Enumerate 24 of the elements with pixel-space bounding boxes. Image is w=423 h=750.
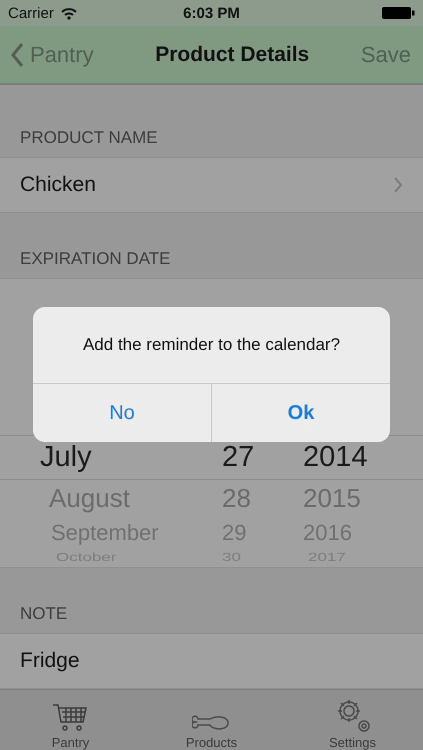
back-button[interactable]: Pantry [10, 42, 94, 68]
tab-item[interactable]: Pantry [0, 690, 141, 750]
status-time: 6:03 PM [183, 4, 240, 22]
chevron-right-icon [393, 177, 403, 193]
carrier-name: Carrier [8, 4, 54, 22]
alert-button[interactable]: Ok [211, 384, 390, 442]
save-button[interactable]: Save [360, 42, 411, 68]
picker-month[interactable]: July [0, 441, 175, 474]
note-row: Fridge [0, 633, 423, 689]
alert-message: Add the reminder to the calendar? [33, 307, 390, 384]
list-row[interactable]: Chicken [0, 157, 423, 213]
screen-title: Product Details [155, 42, 310, 66]
alert-button[interactable]: No [33, 384, 211, 442]
wifi-icon [60, 6, 78, 20]
section-header: EXPIRATION DATE [19, 248, 172, 270]
tab-item[interactable]: Settings [282, 690, 423, 750]
picker-year[interactable]: 2014 [260, 441, 368, 474]
section-header: NOTE [19, 603, 68, 625]
picker-day[interactable]: 27 [175, 441, 260, 474]
battery-icon [380, 6, 415, 20]
chevron-left-icon [10, 42, 24, 68]
section-header: PRODUCT NAME [19, 127, 159, 149]
cart-icon [52, 703, 90, 733]
tab-item[interactable]: Products [141, 690, 282, 750]
